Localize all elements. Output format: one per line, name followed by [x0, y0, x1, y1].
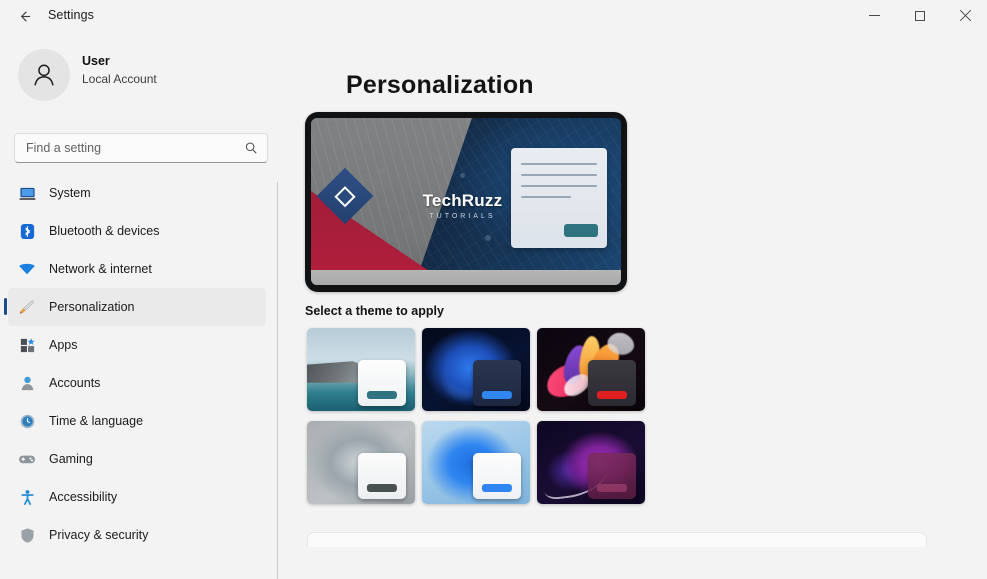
sidebar-item-accessibility[interactable]: Accessibility [8, 478, 266, 516]
search-icon [244, 141, 258, 155]
bokeh-dot [459, 173, 465, 179]
page-title: Personalization [346, 71, 534, 99]
theme-grid [307, 328, 645, 504]
sidebar-item-label: Bluetooth & devices [49, 224, 160, 238]
active-indicator [4, 298, 7, 315]
preview-document-window [510, 148, 608, 249]
sidebar: User Local Account System [0, 32, 278, 579]
preview-accent-button [563, 224, 599, 238]
paintbrush-icon [14, 298, 40, 316]
theme-preview-monitor: TechRuzz TUTORIALS [305, 112, 627, 292]
sidebar-item-label: Time & language [49, 414, 144, 428]
sidebar-item-personalization[interactable]: Personalization [4, 288, 266, 326]
theme-tile-coastal-light[interactable] [307, 328, 415, 411]
gamepad-icon [14, 450, 40, 468]
sidebar-item-network-internet[interactable]: Network & internet [8, 250, 266, 288]
theme-window-preview [357, 452, 407, 500]
sidebar-item-label: Apps [49, 338, 78, 352]
settings-card[interactable] [307, 532, 927, 547]
sidebar-item-label: System [49, 186, 91, 200]
main-content: Personalization TechRuzz TUTORIALS Selec… [278, 32, 987, 547]
theme-section-heading: Select a theme to apply [305, 304, 444, 318]
sidebar-item-system[interactable]: System [8, 174, 266, 212]
text-line [520, 185, 598, 187]
back-arrow-icon[interactable] [12, 4, 36, 28]
text-line [520, 163, 598, 165]
search-box[interactable] [14, 133, 268, 163]
account-type: Local Account [82, 72, 157, 86]
accessibility-icon [14, 489, 40, 506]
theme-tile-floral-dark[interactable] [537, 328, 645, 411]
bokeh-dot [484, 234, 491, 241]
shield-icon [14, 527, 40, 544]
sidebar-item-apps[interactable]: Apps [8, 326, 266, 364]
sidebar-item-label: Personalization [49, 300, 135, 314]
theme-accent-swatch [367, 390, 398, 399]
system-monitor-icon [14, 185, 40, 202]
theme-window-preview [357, 359, 407, 407]
theme-accent-swatch [482, 483, 513, 492]
apps-grid-icon [14, 337, 40, 354]
close-button[interactable] [942, 0, 987, 31]
sidebar-item-time-language[interactable]: Time & language [8, 402, 266, 440]
theme-window-preview [472, 452, 522, 500]
sidebar-item-bluetooth-devices[interactable]: Bluetooth & devices [8, 212, 266, 250]
text-line [520, 196, 571, 198]
text-line [520, 174, 598, 176]
account-block[interactable]: User Local Account [18, 49, 263, 109]
minimize-button[interactable] [852, 0, 897, 31]
sidebar-item-label: Network & internet [49, 262, 152, 276]
maximize-button[interactable] [897, 0, 942, 31]
app-title: Settings [48, 8, 94, 22]
preview-screen: TechRuzz TUTORIALS [311, 118, 621, 285]
sidebar-item-privacy-security[interactable]: Privacy & security [8, 516, 266, 554]
sidebar-item-label: Accessibility [49, 490, 118, 504]
sidebar-item-accounts[interactable]: Accounts [8, 364, 266, 402]
preview-taskbar [311, 269, 621, 285]
theme-window-preview [587, 359, 637, 407]
theme-tile-bloom-light-blue[interactable] [422, 421, 530, 504]
theme-accent-swatch [482, 390, 513, 399]
sidebar-item-label: Privacy & security [49, 528, 149, 542]
maximize-icon [914, 10, 925, 21]
avatar [18, 49, 70, 101]
account-name: User [82, 54, 110, 68]
close-icon [959, 10, 971, 22]
sidebar-nav: System Bluetooth & devices Network & int… [0, 174, 278, 554]
theme-tile-bloom-dark-blue[interactable] [422, 328, 530, 411]
theme-tile-glow-purple[interactable] [537, 421, 645, 504]
theme-accent-swatch [597, 390, 628, 399]
theme-accent-swatch [367, 483, 398, 492]
sidebar-item-gaming[interactable]: Gaming [8, 440, 266, 478]
search-input[interactable] [26, 134, 236, 162]
minimize-icon [869, 15, 880, 16]
theme-accent-swatch [597, 483, 628, 492]
theme-tile-bloom-silver[interactable] [307, 421, 415, 504]
accounts-person-icon [14, 375, 40, 392]
theme-window-preview [472, 359, 522, 407]
sidebar-item-label: Accounts [49, 376, 101, 390]
clock-icon [14, 413, 40, 430]
wifi-icon [14, 260, 40, 278]
title-bar: Settings [0, 0, 987, 32]
sidebar-item-label: Gaming [49, 452, 93, 466]
bluetooth-icon [14, 223, 40, 240]
diamond-inner [334, 185, 356, 208]
theme-window-preview [587, 452, 637, 500]
